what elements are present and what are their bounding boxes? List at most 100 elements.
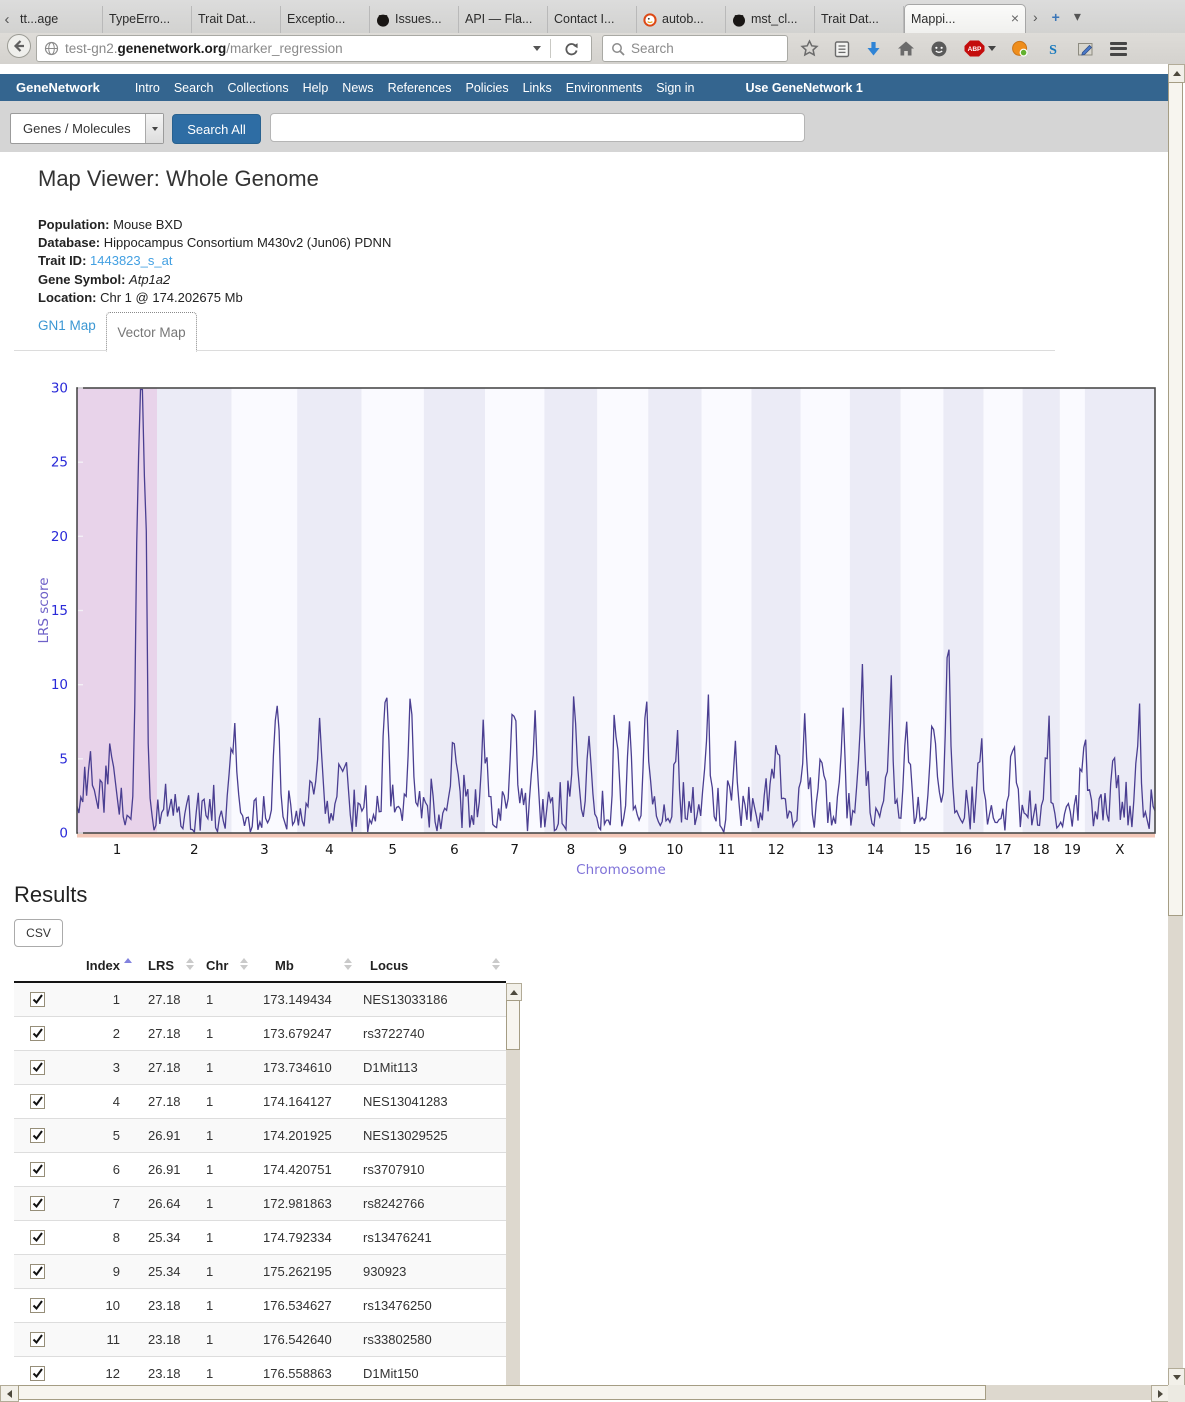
sort-arrows-index-icon[interactable] — [124, 958, 132, 963]
list-all-tabs-icon[interactable]: ▾ — [1074, 8, 1081, 25]
nav-link-policies[interactable]: Policies — [459, 81, 516, 95]
trait-id-link[interactable]: 1443823_s_at — [90, 253, 172, 268]
select-caret-icon[interactable] — [145, 114, 163, 143]
cell-chr: 1 — [206, 1332, 213, 1347]
csv-export-button[interactable]: CSV — [14, 919, 63, 947]
tab-label: Mappi... — [911, 6, 955, 33]
search-category-select[interactable]: Genes / Molecules — [10, 113, 164, 144]
adblock-plus-icon[interactable]: ABP — [963, 39, 996, 58]
sort-arrows-mb-icon[interactable] — [344, 958, 352, 970]
nav-link-intro[interactable]: Intro — [128, 81, 167, 95]
url-dropdown-caret-icon[interactable] — [533, 46, 541, 51]
cell-lrs: 23.18 — [148, 1332, 181, 1347]
genenetwork-brand[interactable]: GeneNetwork — [16, 80, 100, 95]
cell-mb: 174.201925 — [263, 1128, 332, 1143]
column-header-lrs[interactable]: LRS — [148, 958, 174, 973]
sort-arrows-locus-icon[interactable] — [492, 958, 500, 970]
cell-index: 12 — [72, 1366, 120, 1381]
row-checkbox[interactable] — [30, 1128, 45, 1143]
cell-chr: 1 — [206, 1128, 213, 1143]
cell-locus: rs13476250 — [363, 1298, 432, 1313]
nav-link-references[interactable]: References — [381, 81, 459, 95]
search-all-button[interactable]: Search All — [172, 114, 261, 144]
browser-navigation-toolbar: test-gn2.genenetwork.org/marker_regressi… — [0, 33, 1185, 65]
reload-icon[interactable] — [563, 41, 579, 57]
chat-icon[interactable] — [930, 40, 948, 58]
bookmark-star-icon[interactable] — [800, 39, 819, 58]
info-line: Location: Chr 1 @ 174.202675 Mb — [38, 289, 391, 307]
browser-tab[interactable]: API — Fla... — [459, 6, 548, 33]
page-vertical-scrollbar[interactable] — [1168, 64, 1185, 1385]
table-vertical-scrollbar[interactable] — [506, 983, 522, 1385]
nav-link-news[interactable]: News — [335, 81, 380, 95]
row-checkbox[interactable] — [30, 1366, 45, 1381]
nav-link-help[interactable]: Help — [296, 81, 336, 95]
browser-tab[interactable]: Trait Dat... — [815, 6, 904, 33]
row-checkbox[interactable] — [30, 1094, 45, 1109]
sort-arrows-lrs-icon[interactable] — [186, 958, 194, 970]
page-viewport: GeneNetwork IntroSearchCollectionsHelpNe… — [0, 64, 1168, 1385]
skype-icon[interactable]: S — [1044, 40, 1062, 58]
tab-vector-map[interactable]: Vector Map — [106, 312, 197, 352]
table-scroll-up-icon[interactable] — [506, 983, 522, 1001]
row-checkbox[interactable] — [30, 1026, 45, 1041]
row-checkbox[interactable] — [30, 1230, 45, 1245]
page-scroll-up-icon[interactable] — [1168, 64, 1185, 83]
browser-tab[interactable]: mst_cl... — [726, 6, 815, 33]
tab-close-icon[interactable]: × — [1011, 5, 1019, 32]
row-checkbox[interactable] — [30, 1332, 45, 1347]
row-checkbox[interactable] — [30, 1264, 45, 1279]
home-icon[interactable] — [897, 40, 915, 57]
nav-link-collections[interactable]: Collections — [220, 81, 295, 95]
info-line: Database: Hippocampus Consortium M430v2 … — [38, 234, 391, 252]
svg-text:2: 2 — [190, 842, 199, 858]
nav-link-links[interactable]: Links — [516, 81, 559, 95]
proxy-icon[interactable] — [1011, 40, 1029, 58]
tab-overflow-icon[interactable]: › — [1033, 9, 1038, 25]
row-checkbox[interactable] — [30, 992, 45, 1007]
back-button[interactable] — [6, 33, 32, 64]
browser-tab[interactable]: Exceptio... — [281, 6, 370, 33]
browser-tab-active[interactable]: Mappi... × — [904, 4, 1026, 33]
column-header-locus[interactable]: Locus — [370, 958, 408, 973]
svg-text:20: 20 — [51, 529, 68, 545]
browser-tab[interactable]: Contact I... — [548, 6, 637, 33]
page-title: Map Viewer: Whole Genome — [38, 166, 319, 192]
page-scroll-thumb[interactable] — [1168, 82, 1183, 916]
row-checkbox[interactable] — [30, 1196, 45, 1211]
row-checkbox[interactable] — [30, 1162, 45, 1177]
column-header-mb[interactable]: Mb — [275, 958, 294, 973]
row-checkbox[interactable] — [30, 1060, 45, 1075]
scroll-tabs-left-icon[interactable]: ‹ — [0, 7, 14, 33]
svg-text:11: 11 — [718, 842, 735, 858]
nav-link-environments[interactable]: Environments — [559, 81, 649, 95]
cell-lrs: 27.18 — [148, 1060, 181, 1075]
browser-tab[interactable]: tt...age — [14, 6, 103, 33]
page-hscroll-thumb[interactable] — [18, 1385, 986, 1400]
genenetwork-nav-links: IntroSearchCollectionsHelpNewsReferences… — [128, 81, 702, 95]
new-tab-button[interactable]: + — [1052, 9, 1060, 25]
downloads-icon[interactable] — [865, 40, 882, 58]
row-checkbox[interactable] — [30, 1298, 45, 1313]
page-scroll-left-icon[interactable] — [0, 1385, 19, 1402]
browser-tab[interactable]: autob... — [637, 6, 726, 33]
nav-link-search[interactable]: Search — [167, 81, 221, 95]
url-bar[interactable]: test-gn2.genenetwork.org/marker_regressi… — [36, 35, 592, 62]
table-scroll-thumb[interactable] — [506, 1000, 520, 1050]
site-identity-globe-icon[interactable] — [44, 41, 59, 56]
tab-gn1-map[interactable]: GN1 Map — [38, 318, 96, 333]
browser-tab[interactable]: Trait Dat... — [192, 6, 281, 33]
menu-icon[interactable] — [1110, 39, 1127, 58]
column-header-index[interactable]: Index — [72, 958, 120, 973]
search-query-input[interactable] — [270, 113, 805, 142]
page-horizontal-scrollbar[interactable] — [0, 1385, 1168, 1402]
nav-link-sign-in[interactable]: Sign in — [649, 81, 701, 95]
browser-tab[interactable]: TypeErro... — [103, 6, 192, 33]
scrapbook-edit-icon[interactable] — [1077, 40, 1095, 58]
sort-arrows-chr-icon[interactable] — [240, 958, 248, 970]
browser-search-field[interactable]: Search — [602, 35, 788, 62]
browser-tab[interactable]: Issues... — [370, 6, 459, 33]
reading-list-icon[interactable] — [834, 40, 850, 58]
column-header-chr[interactable]: Chr — [206, 958, 228, 973]
use-genenetwork1-link[interactable]: Use GeneNetwork 1 — [745, 81, 862, 95]
